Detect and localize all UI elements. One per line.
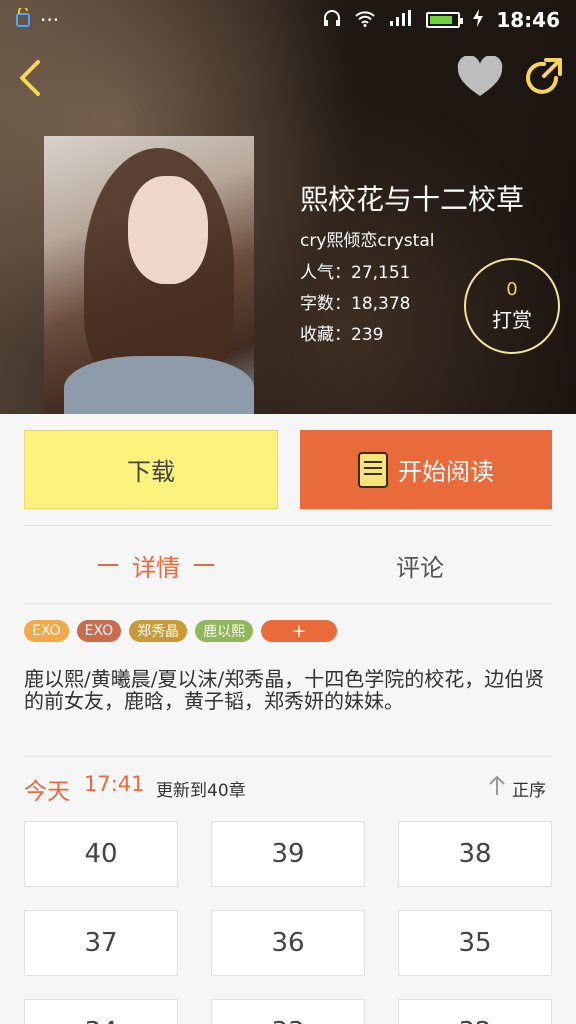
chapter-item[interactable]: 37 (24, 910, 178, 976)
headset-icon (322, 9, 342, 32)
chapter-item[interactable]: 39 (211, 821, 365, 887)
chapter-item[interactable]: 33 (211, 999, 365, 1024)
update-day: 今天 (24, 779, 70, 805)
share-icon (522, 58, 566, 104)
app-notification-icon (16, 5, 30, 33)
tab-detail-label: 详情 (132, 553, 180, 582)
reward-button[interactable]: 0 打赏 (464, 258, 560, 354)
battery-icon (426, 12, 464, 28)
tag-exo[interactable]: EXO (76, 620, 122, 642)
sort-label: 正序 (512, 780, 546, 801)
charging-icon (472, 8, 484, 32)
divider (24, 603, 552, 604)
more-notifications-dots: ··· (40, 8, 60, 32)
chapter-item[interactable]: 35 (398, 910, 552, 976)
tag-zheng-xiujing[interactable]: 郑秀晶 (129, 620, 188, 642)
tag-exo[interactable]: EXO (24, 620, 69, 642)
divider (24, 756, 552, 757)
book-header: ··· 18:46 熙校花与十二校草 cry熙倾恋crystal 人气：27,1… (0, 0, 576, 414)
back-button[interactable] (14, 56, 50, 100)
reward-label: 打赏 (492, 308, 532, 332)
divider (24, 525, 552, 526)
book-cover-image[interactable] (44, 136, 254, 414)
heart-icon (456, 55, 504, 104)
chapter-item[interactable]: 40 (24, 821, 178, 887)
start-reading-label: 开始阅读 (398, 458, 494, 486)
arrow-up-icon (488, 775, 506, 802)
book-author[interactable]: cry熙倾恋crystal (300, 226, 434, 251)
download-label: 下载 (127, 458, 175, 486)
tag-lu-yixi[interactable]: 鹿以熙 (195, 620, 254, 642)
signal-icon (388, 9, 414, 32)
book-icon (358, 451, 388, 488)
update-time: 17:41 (84, 772, 145, 796)
reward-count: 0 (506, 279, 518, 300)
chapter-item[interactable]: 34 (24, 999, 178, 1024)
favorites-stat: 收藏：239 (300, 325, 384, 345)
tab-comments-label: 评论 (396, 553, 444, 582)
chapter-item[interactable]: 36 (211, 910, 365, 976)
status-bar: ··· 18:46 (0, 0, 576, 40)
clock: 18:46 (496, 8, 560, 32)
download-button[interactable]: 下载 (24, 430, 278, 509)
favorite-button[interactable] (456, 55, 504, 100)
tab-detail[interactable]: 详情 (24, 540, 288, 590)
book-description: 鹿以熙/黄曦晨/夏以沫/郑秀晶，十四色学院的校花，边伯贤的前女友，鹿晗，黄子韬，… (24, 667, 545, 713)
update-chapter-text: 更新到40章 (156, 781, 246, 801)
tag-list: EXO EXO 郑秀晶 鹿以熙 + (24, 620, 338, 644)
word-count-stat: 字数：18,378 (300, 294, 411, 314)
sort-order-button[interactable]: 正序 (488, 774, 552, 802)
chapter-item[interactable]: 32 (398, 999, 552, 1024)
share-button[interactable] (522, 56, 566, 100)
popularity-stat: 人气：27,151 (300, 263, 411, 283)
book-title: 熙校花与十二校草 (300, 183, 525, 216)
wifi-icon (354, 9, 376, 32)
start-reading-button[interactable]: 开始阅读 (300, 430, 552, 509)
add-tag-button[interactable]: + (261, 620, 338, 642)
chapter-item[interactable]: 38 (398, 821, 552, 887)
tab-comments[interactable]: 评论 (288, 540, 552, 590)
chevron-left-icon (14, 60, 50, 104)
